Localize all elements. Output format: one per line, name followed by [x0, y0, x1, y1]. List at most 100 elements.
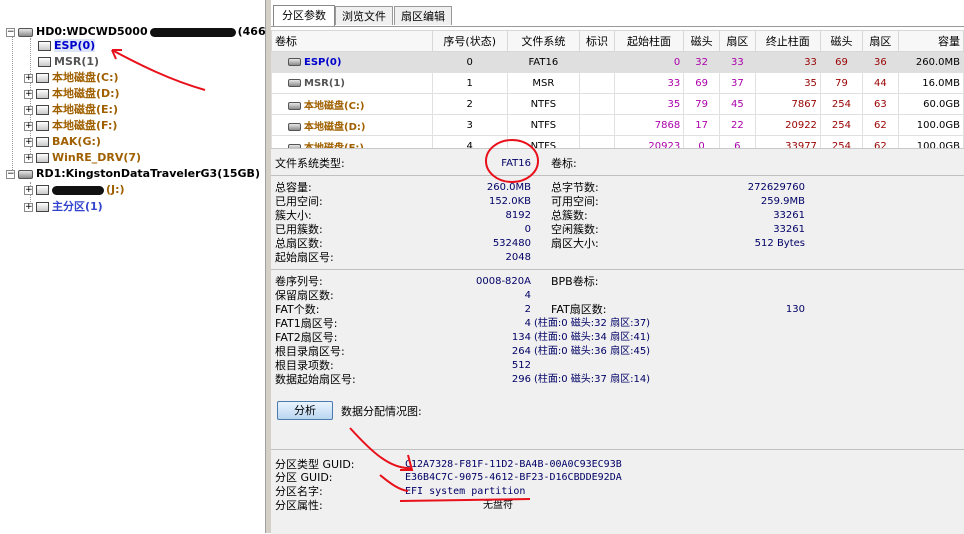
- tree-item-winre[interactable]: + WinRE_DRV(7): [24, 150, 141, 165]
- expand-icon[interactable]: +: [24, 121, 33, 131]
- partition-icon: [288, 101, 301, 110]
- tree-item-c[interactable]: + 本地磁盘(C:): [24, 70, 119, 85]
- expand-icon[interactable]: +: [24, 137, 33, 147]
- col-header-fs[interactable]: 文件系统: [506, 30, 581, 52]
- used-space-value: 152.0KB: [488, 196, 531, 207]
- expand-icon[interactable]: +: [24, 73, 33, 83]
- total-sectors-label: 总扇区数:: [275, 237, 323, 250]
- root-entries-value: 512: [511, 360, 531, 371]
- partition-icon: [36, 73, 49, 83]
- fs-type-label: 文件系统类型:: [275, 157, 345, 170]
- fat1-sector-label: FAT1扇区号:: [275, 317, 338, 330]
- tree-item-bak[interactable]: + BAK(G:): [24, 134, 101, 149]
- expand-icon[interactable]: +: [24, 185, 33, 195]
- sector-size-value: 512 Bytes: [754, 238, 805, 249]
- total-bytes-value: 272629760: [747, 182, 805, 193]
- col-header-capacity[interactable]: 容量: [897, 30, 964, 52]
- fat2-sector-label: FAT2扇区号:: [275, 331, 338, 344]
- reserved-sectors-label: 保留扇区数:: [275, 289, 334, 302]
- collapse-icon[interactable]: −: [6, 169, 15, 179]
- tree-item-j[interactable]: + (J:): [24, 182, 125, 197]
- type-guid-label: 分区类型 GUID:: [275, 458, 355, 471]
- col-header-seq[interactable]: 序号(状态): [431, 30, 508, 52]
- data-start-chs: (柱面:0 磁头:37 扇区:14): [534, 374, 651, 385]
- expand-icon[interactable]: +: [24, 89, 33, 99]
- partition-attr-value: 无盘符: [483, 500, 513, 511]
- collapse-icon[interactable]: −: [6, 27, 15, 37]
- table-header-row: 卷标 序号(状态) 文件系统 标识 起始柱面 磁头 扇区 终止柱面 磁头 扇区 …: [271, 30, 964, 52]
- table-row[interactable]: 本地磁盘(C:) 2 NTFS 35 79 45 7867 254 63 60.…: [271, 93, 964, 115]
- tree-item-primary[interactable]: + 主分区(1): [24, 199, 103, 214]
- total-sectors-value: 532480: [492, 238, 531, 249]
- root-entries-label: 根目录项数:: [275, 359, 334, 372]
- expand-icon[interactable]: +: [24, 105, 33, 115]
- fat-count-label: FAT个数:: [275, 303, 320, 316]
- col-header-start-head[interactable]: 磁头: [683, 30, 720, 52]
- disk-tree[interactable]: − HD0:WDCWD5000 (466GB) ESP(0) MSR(1) + 本地磁…: [0, 0, 288, 533]
- divider: [271, 269, 964, 270]
- partition-table: 卷标 序号(状态) 文件系统 标识 起始柱面 磁头 扇区 终止柱面 磁头 扇区 …: [271, 30, 964, 157]
- table-row[interactable]: 本地磁盘(D:) 3 NTFS 7868 17 22 20922 254 62 …: [271, 114, 964, 136]
- partition-icon: [36, 105, 49, 115]
- partition-icon: [288, 122, 301, 131]
- free-space-label: 可用空间:: [551, 195, 599, 208]
- fat1-chs: (柱面:0 磁头:32 扇区:37): [534, 318, 651, 329]
- tab-browse-files[interactable]: 浏览文件: [335, 6, 393, 25]
- col-header-start-cyl[interactable]: 起始柱面: [613, 30, 685, 52]
- col-header-flag[interactable]: 标识: [579, 30, 615, 52]
- tree-item-hd0[interactable]: − HD0:WDCWD5000 (466GB): [6, 24, 288, 39]
- partition-icon: [36, 137, 49, 147]
- fat-sectors-value: 130: [785, 304, 805, 315]
- start-sector-label: 起始扇区号:: [275, 251, 334, 264]
- tree-item-e[interactable]: + 本地磁盘(E:): [24, 102, 118, 117]
- used-space-label: 已用空间:: [275, 195, 323, 208]
- tree-item-rd1[interactable]: − RD1:KingstonDataTravelerG3(15GB): [6, 166, 260, 181]
- volume-label: 卷标:: [551, 157, 577, 170]
- redacted-scribble: [149, 27, 236, 37]
- fs-type-value: FAT16: [501, 158, 531, 169]
- col-header-label[interactable]: 卷标: [271, 30, 433, 52]
- allocation-map-label: 数据分配情况图:: [341, 405, 422, 418]
- hard-disk-icon: [18, 27, 33, 37]
- free-space-value: 259.9MB: [760, 196, 805, 207]
- table-row[interactable]: MSR(1) 1 MSR 33 69 37 35 79 44 16.0MB: [271, 72, 964, 94]
- col-header-end-head[interactable]: 磁头: [819, 30, 863, 52]
- fat-sectors-label: FAT扇区数:: [551, 303, 607, 316]
- partition-name-value: EFI system partition: [405, 486, 526, 497]
- tab-sector-edit[interactable]: 扇区编辑: [394, 6, 452, 25]
- bpb-label-label: BPB卷标:: [551, 275, 599, 288]
- partition-icon: [36, 185, 49, 195]
- divider: [271, 175, 964, 176]
- serial-value: 0008-820A: [476, 276, 531, 287]
- analyze-button[interactable]: 分析: [277, 401, 333, 420]
- expand-icon[interactable]: +: [24, 153, 33, 163]
- tab-partition-params[interactable]: 分区参数: [273, 5, 335, 26]
- type-guid-value: C12A7328-F81F-11D2-BA4B-00A0C93EC93B: [405, 459, 622, 470]
- col-header-end-cyl[interactable]: 终止柱面: [754, 30, 821, 52]
- divider: [271, 449, 964, 450]
- total-clusters-label: 总簇数:: [551, 209, 588, 222]
- table-row[interactable]: ESP(0) 0 FAT16 0 32 33 33 69 36 260.0MB: [271, 51, 964, 73]
- redacted-scribble: [52, 185, 104, 195]
- col-header-end-sector[interactable]: 扇区: [861, 30, 899, 52]
- tree-item-esp[interactable]: ESP(0): [38, 38, 96, 53]
- fat1-sector-value: 4: [524, 318, 531, 329]
- partition-icon: [38, 57, 51, 67]
- partition-icon: [288, 57, 301, 66]
- partition-guid-label: 分区 GUID:: [275, 471, 333, 484]
- total-clusters-value: 33261: [773, 210, 805, 221]
- expand-icon[interactable]: +: [24, 202, 33, 212]
- serial-label: 卷序列号:: [275, 275, 323, 288]
- data-start-value: 296: [511, 374, 531, 385]
- free-clusters-value: 33261: [773, 224, 805, 235]
- used-clusters-value: 0: [524, 224, 531, 235]
- cluster-size-value: 8192: [505, 210, 531, 221]
- tree-item-f[interactable]: + 本地磁盘(F:): [24, 118, 117, 133]
- col-header-start-sector[interactable]: 扇区: [718, 30, 756, 52]
- tree-item-msr[interactable]: MSR(1): [38, 54, 99, 69]
- used-clusters-label: 已用簇数:: [275, 223, 323, 236]
- total-capacity-label: 总容量:: [275, 181, 312, 194]
- tree-item-d[interactable]: + 本地磁盘(D:): [24, 86, 120, 101]
- reserved-sectors-value: 4: [524, 290, 531, 301]
- removable-disk-icon: [18, 169, 33, 179]
